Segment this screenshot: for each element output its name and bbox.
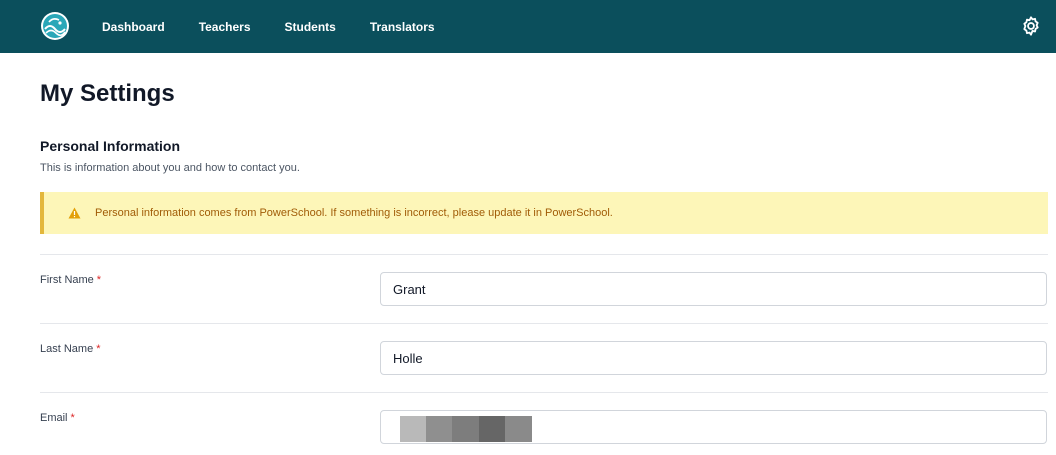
alert-text: Personal information comes from PowerSch… <box>95 207 613 219</box>
divider <box>40 323 1048 324</box>
divider <box>40 392 1048 393</box>
first-name-label-text: First Name <box>40 274 94 286</box>
section-description: This is information about you and how to… <box>40 162 300 174</box>
required-mark: * <box>96 274 102 286</box>
top-navbar: Dashboard Teachers Students Translators <box>0 0 1056 53</box>
last-name-label-text: Last Name <box>40 343 94 355</box>
nav-teachers[interactable]: Teachers <box>199 20 251 34</box>
nav-students[interactable]: Students <box>285 20 336 34</box>
last-name-input[interactable] <box>380 341 1047 375</box>
nav-translators[interactable]: Translators <box>370 20 435 34</box>
redacted-email-value <box>400 416 532 442</box>
email-label: Email * <box>40 412 75 424</box>
page-title: My Settings <box>40 80 175 107</box>
section-title: Personal Information <box>40 138 181 154</box>
gear-icon[interactable] <box>1020 15 1042 37</box>
divider <box>40 254 1048 255</box>
info-alert: Personal information comes from PowerSch… <box>40 192 1048 234</box>
first-name-label: First Name * <box>40 274 101 286</box>
wave-logo-icon[interactable] <box>40 11 70 41</box>
email-label-text: Email <box>40 412 68 424</box>
required-mark: * <box>70 412 75 424</box>
warning-icon <box>68 207 81 219</box>
nav-dashboard[interactable]: Dashboard <box>102 20 165 34</box>
first-name-input[interactable] <box>380 272 1047 306</box>
required-mark: * <box>96 343 101 355</box>
last-name-label: Last Name * <box>40 343 100 355</box>
main-nav: Dashboard Teachers Students Translators <box>102 0 469 53</box>
